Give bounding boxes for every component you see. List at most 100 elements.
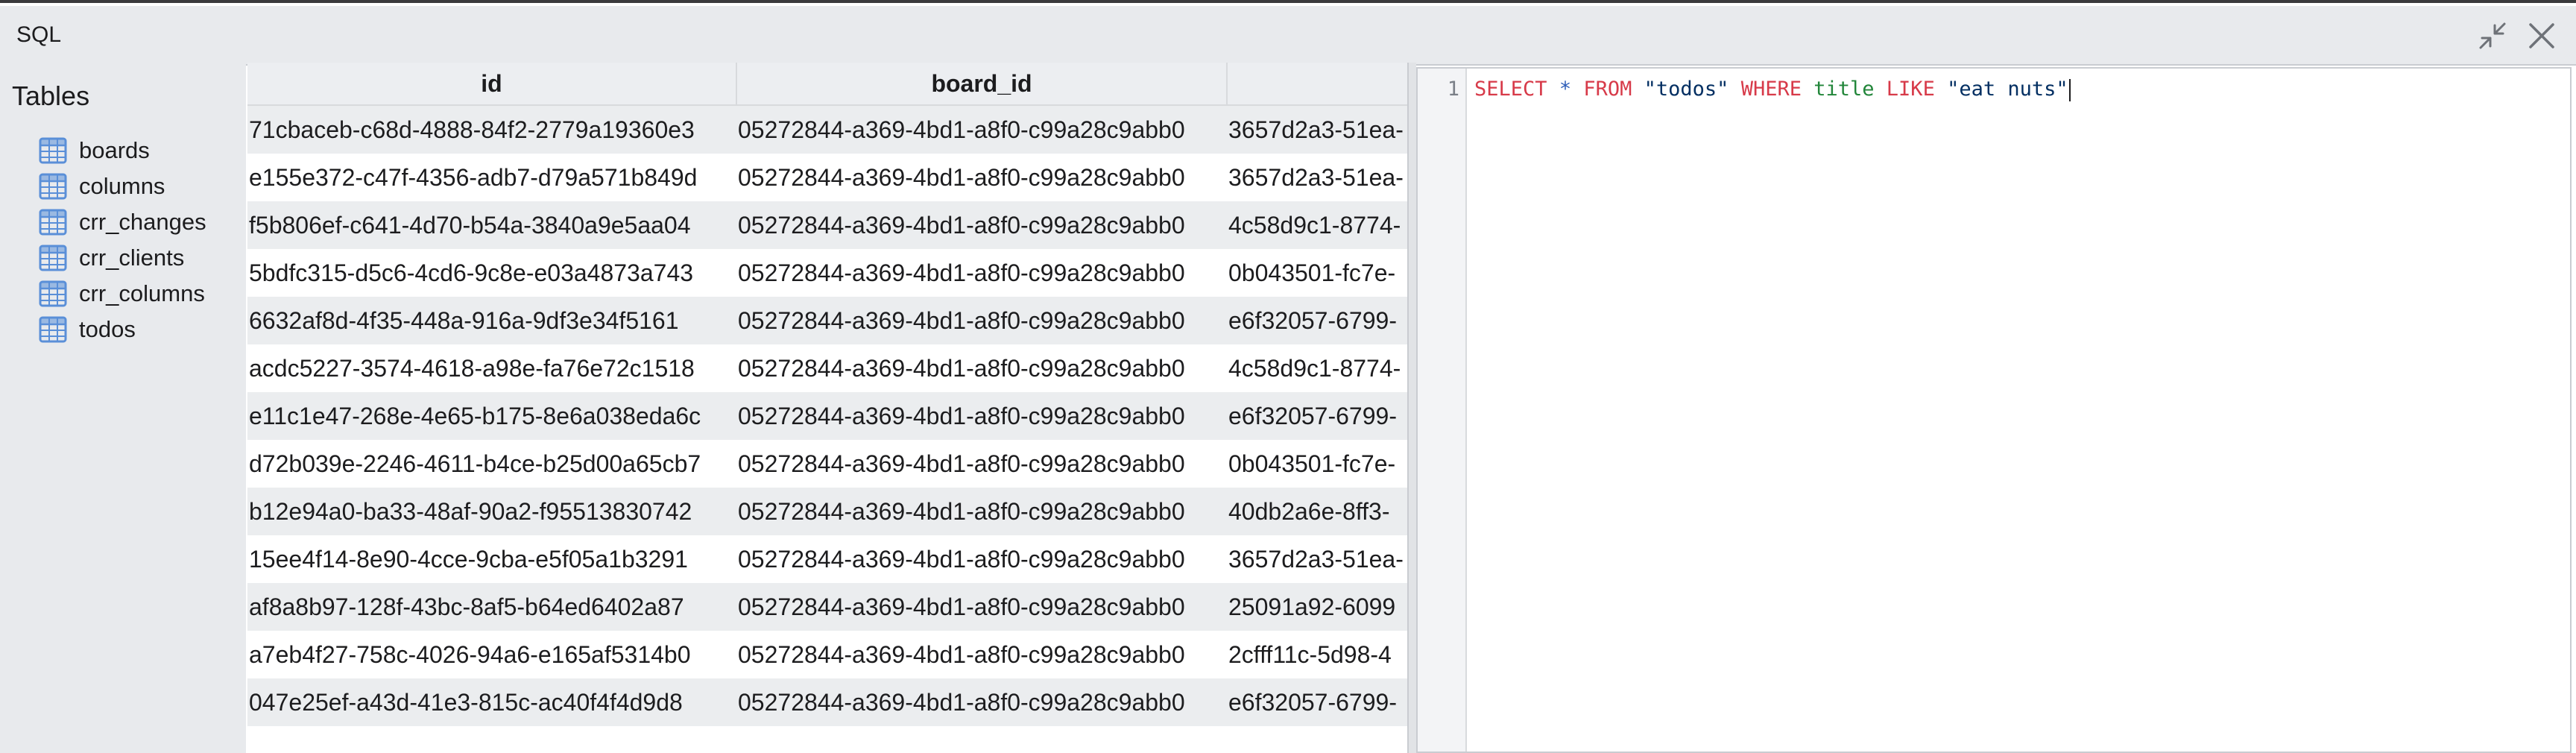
column-header[interactable]: id: [247, 63, 737, 106]
table-row[interactable]: 047e25ef-a43d-41e3-815c-ac40f4f4d9d8 0527…: [247, 678, 1407, 726]
table-grid-icon: [39, 245, 67, 271]
table-cell: e155e372-c47f-4356-adb7-d79a571b849d: [247, 154, 736, 201]
table-row[interactable]: 71cbaceb-c68d-4888-84f2-2779a19360e3 0527…: [247, 105, 1407, 154]
table-cell: 2cfff11c-5d98-4: [1227, 631, 1407, 678]
text-caret: [2068, 78, 2071, 101]
table-cell: 05272844-a369-4bd1-a8f0-c99a28c9abb0: [736, 154, 1227, 201]
table-item-crr-changes[interactable]: crr_changes: [39, 204, 206, 240]
table-item-crr-clients[interactable]: crr_clients: [39, 240, 206, 276]
code-token: SELECT: [1474, 78, 1547, 101]
table-cell: e11c1e47-268e-4e65-b175-8e6a038eda6c: [247, 392, 736, 440]
table-row[interactable]: e155e372-c47f-4356-adb7-d79a571b849d 0527…: [247, 154, 1407, 201]
table-cell: 40db2a6e-8ff3-: [1227, 488, 1407, 535]
code-line[interactable]: SELECT * FROM "todos" WHERE title LIKE "…: [1474, 78, 2071, 101]
table-cell: a7eb4f27-758c-4026-94a6-e165af5314b0: [247, 631, 736, 678]
table-cell: 4c58d9c1-8774-: [1227, 201, 1407, 249]
table-cell: 25091a92-6099: [1227, 583, 1407, 631]
table-item-label: crr_columns: [79, 280, 205, 306]
table-item-todos[interactable]: todos: [39, 312, 206, 347]
table-cell: 05272844-a369-4bd1-a8f0-c99a28c9abb0: [736, 392, 1227, 440]
line-number: 1: [1447, 78, 1459, 101]
table-cell: 047e25ef-a43d-41e3-815c-ac40f4f4d9d8: [247, 678, 736, 726]
table-cell: 6632af8d-4f35-448a-916a-9df3e34f5161: [247, 297, 736, 344]
code-token: *: [1559, 78, 1572, 101]
collapse-arrows-icon: [2479, 22, 2506, 49]
table-item-label: boards: [79, 137, 150, 163]
table-cell: 0b043501-fc7e-: [1227, 249, 1407, 297]
table-cell: acdc5227-3574-4618-a98e-fa76e72c1518: [247, 344, 736, 392]
table-cell: 71cbaceb-c68d-4888-84f2-2779a19360e3: [247, 105, 736, 154]
table-row[interactable]: e11c1e47-268e-4e65-b175-8e6a038eda6c 0527…: [247, 392, 1407, 440]
code-token: FROM: [1583, 78, 1632, 101]
code-token: "todos": [1644, 78, 1729, 101]
pane-divider[interactable]: [1407, 63, 1416, 753]
table-cell: 5bdfc315-d5c6-4cd6-9c8e-e03a4873a743: [247, 249, 736, 297]
table-cell: 4c58d9c1-8774-: [1227, 344, 1407, 392]
table-row[interactable]: acdc5227-3574-4618-a98e-fa76e72c1518 0527…: [247, 344, 1407, 392]
table-cell: 05272844-a369-4bd1-a8f0-c99a28c9abb0: [736, 631, 1227, 678]
results-panel[interactable]: id board_id 71cbaceb-c68d-4888-84f2-2779a…: [247, 63, 1407, 753]
sidebar-heading: Tables: [12, 81, 90, 111]
close-icon: [2529, 23, 2554, 48]
code-token: LIKE: [1886, 78, 1935, 101]
table-row[interactable]: 6632af8d-4f35-448a-916a-9df3e34f5161 0527…: [247, 297, 1407, 344]
table-row[interactable]: a7eb4f27-758c-4026-94a6-e165af5314b0 0527…: [247, 631, 1407, 678]
table-cell: e6f32057-6799-: [1227, 678, 1407, 726]
table-item-label: crr_changes: [79, 209, 206, 235]
code-token: title: [1813, 78, 1875, 101]
results-table: id board_id 71cbaceb-c68d-4888-84f2-2779a…: [247, 63, 1407, 726]
close-window-button[interactable]: [2524, 18, 2560, 54]
table-row[interactable]: d72b039e-2246-4611-b4ce-b25d00a65cb7 0527…: [247, 440, 1407, 488]
table-cell: 05272844-a369-4bd1-a8f0-c99a28c9abb0: [736, 297, 1227, 344]
table-item-boards[interactable]: boards: [39, 133, 206, 168]
table-row[interactable]: af8a8b97-128f-43bc-8af5-b64ed6402a87 0527…: [247, 583, 1407, 631]
table-item-label: todos: [79, 316, 136, 342]
title-bar: SQL: [0, 6, 2576, 66]
table-cell: 0b043501-fc7e-: [1227, 440, 1407, 488]
table-cell: 05272844-a369-4bd1-a8f0-c99a28c9abb0: [736, 678, 1227, 726]
table-item-crr-columns[interactable]: crr_columns: [39, 276, 206, 312]
table-row[interactable]: 5bdfc315-d5c6-4cd6-9c8e-e03a4873a743 0527…: [247, 249, 1407, 297]
code-token: WHERE: [1740, 78, 1802, 101]
table-grid-icon: [39, 316, 67, 343]
results-header-row: id board_id: [247, 63, 1407, 106]
column-header[interactable]: [1227, 63, 1407, 106]
table-cell: b12e94a0-ba33-48af-90a2-f95513830742: [247, 488, 736, 535]
table-cell: 3657d2a3-51ea-: [1227, 154, 1407, 201]
table-cell: 3657d2a3-51ea-: [1227, 105, 1407, 154]
table-cell: 3657d2a3-51ea-: [1227, 535, 1407, 583]
table-cell: af8a8b97-128f-43bc-8af5-b64ed6402a87: [247, 583, 736, 631]
table-cell: f5b806ef-c641-4d70-b54a-3840a9e5aa04: [247, 201, 736, 249]
tables-sidebar: Tables boards columns crr_changes crr_clien…: [0, 63, 246, 753]
line-gutter: 1: [1418, 69, 1467, 752]
table-grid-icon: [39, 209, 67, 236]
table-row[interactable]: 15ee4f14-8e90-4cce-9cba-e5f05a1b3291 0527…: [247, 535, 1407, 583]
table-list: boards columns crr_changes crr_clients crr_c…: [39, 133, 206, 347]
table-cell: d72b039e-2246-4611-b4ce-b25d00a65cb7: [247, 440, 736, 488]
table-grid-icon: [39, 137, 67, 164]
table-row[interactable]: b12e94a0-ba33-48af-90a2-f95513830742 0527…: [247, 488, 1407, 535]
table-cell: 05272844-a369-4bd1-a8f0-c99a28c9abb0: [736, 344, 1227, 392]
table-cell: e6f32057-6799-: [1227, 297, 1407, 344]
table-grid-icon: [39, 173, 67, 200]
table-item-label: crr_clients: [79, 245, 185, 271]
window-title: SQL: [16, 22, 62, 47]
table-cell: 05272844-a369-4bd1-a8f0-c99a28c9abb0: [736, 488, 1227, 535]
table-row[interactable]: f5b806ef-c641-4d70-b54a-3840a9e5aa04 0527…: [247, 201, 1407, 249]
column-header[interactable]: board_id: [736, 63, 1228, 106]
table-grid-icon: [39, 280, 67, 307]
table-cell: 05272844-a369-4bd1-a8f0-c99a28c9abb0: [736, 105, 1227, 154]
table-cell: e6f32057-6799-: [1227, 392, 1407, 440]
sql-editor[interactable]: 1 SELECT * FROM "todos" WHERE title LIKE…: [1416, 67, 2572, 753]
table-item-columns[interactable]: columns: [39, 168, 206, 204]
collapse-window-button[interactable]: [2475, 18, 2510, 54]
table-cell: 15ee4f14-8e90-4cce-9cba-e5f05a1b3291: [247, 535, 736, 583]
code-token: "eat nuts": [1947, 78, 2068, 101]
table-cell: 05272844-a369-4bd1-a8f0-c99a28c9abb0: [736, 440, 1227, 488]
